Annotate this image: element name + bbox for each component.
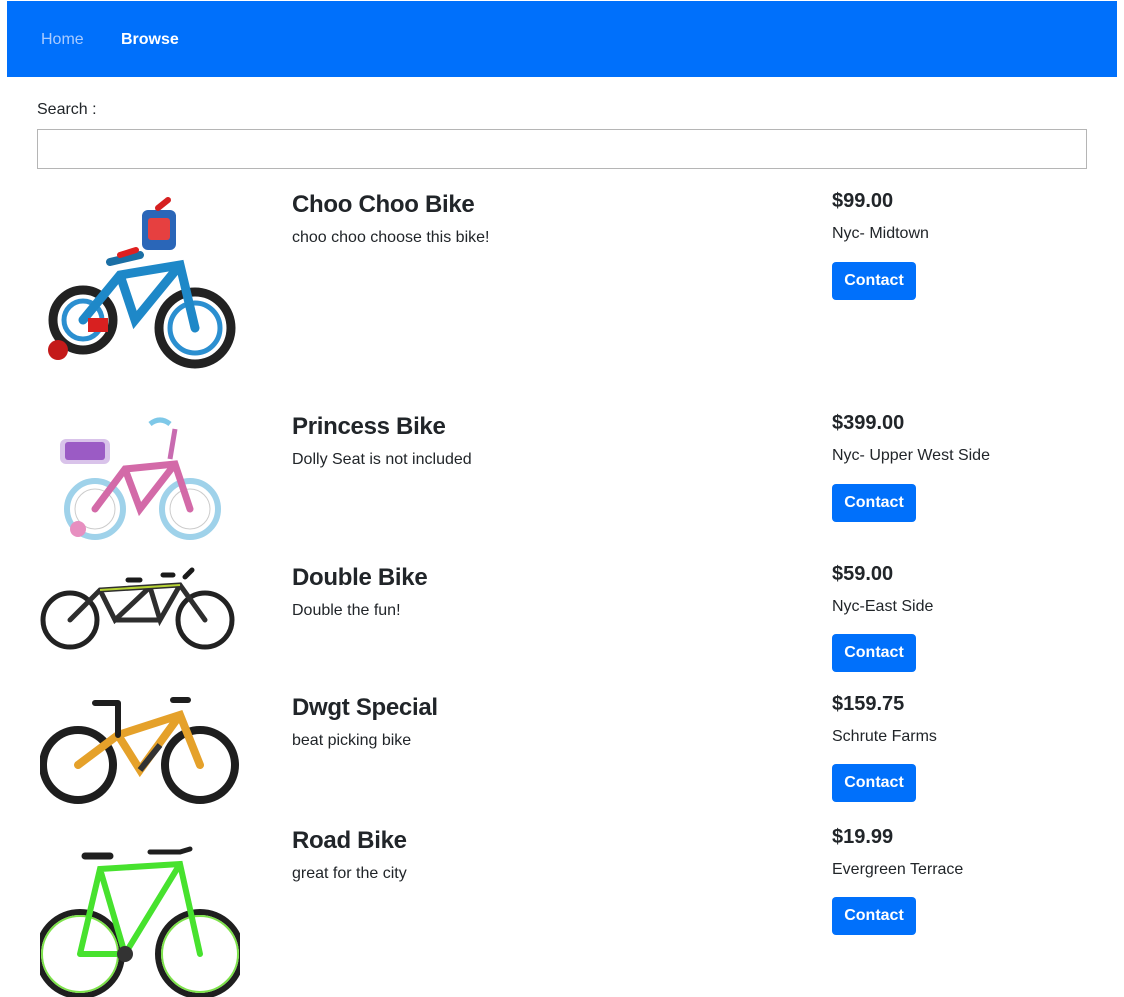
bike-image [48,197,236,369]
listing-title: Road Bike [292,827,407,854]
listing-description: Dolly Seat is not included [292,451,472,468]
listing-price: $59.00 [832,563,894,585]
nav-home-link[interactable]: Home [41,31,84,49]
listing-description: Double the fun! [292,602,401,619]
listing-price: $99.00 [832,190,894,212]
listing-location: Nyc- Midtown [832,225,929,242]
listing-description: beat picking bike [292,732,412,749]
listing-title: Dwgt Special [292,694,438,721]
contact-button[interactable]: Contact [832,897,916,935]
listing-title: Double Bike [292,564,428,591]
nav-browse-link[interactable]: Browse [121,31,179,49]
bike-image [40,567,235,650]
search-label: Search : [37,101,97,118]
listing-location: Evergreen Terrace [832,861,964,878]
top-navbar: Home Browse [7,1,1117,77]
listing-location: Nyc- Upper West Side [832,447,990,464]
listing-description: choo choo choose this bike! [292,229,490,246]
listing-title: Princess Bike [292,413,446,440]
listing-location: Nyc-East Side [832,598,934,615]
contact-button[interactable]: Contact [832,634,916,672]
listing-price: $19.99 [832,826,894,848]
listing-price: $399.00 [832,412,905,434]
bike-image [40,697,239,804]
contact-button[interactable]: Contact [832,764,916,802]
listing-description: great for the city [292,865,407,882]
search-input[interactable] [37,129,1087,169]
listing-price: $159.75 [832,693,905,715]
contact-button[interactable]: Contact [832,484,916,522]
bike-image [40,846,240,997]
listing-location: Schrute Farms [832,728,937,745]
bike-image [60,417,221,540]
listing-title: Choo Choo Bike [292,191,475,218]
contact-button[interactable]: Contact [832,262,916,300]
